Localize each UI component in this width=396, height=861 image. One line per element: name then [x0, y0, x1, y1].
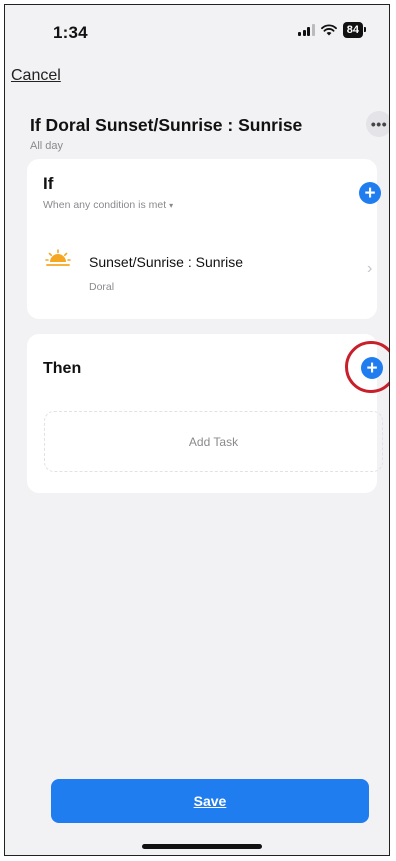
then-section-title: Then — [43, 360, 82, 377]
scene-schedule: All day — [30, 140, 64, 152]
scene-title: If Doral Sunset/Sunrise : Sunrise — [30, 115, 303, 135]
condition-mode-label: When any condition is met — [43, 199, 167, 211]
then-card: Then + Add Task — [27, 334, 383, 493]
if-card: If When any condition is met ▾ + Sunset/… — [27, 159, 381, 319]
add-condition-button[interactable]: + — [359, 182, 381, 204]
add-action-button[interactable]: + — [361, 357, 383, 379]
wifi-icon — [320, 24, 337, 36]
condition-mode-selector[interactable]: When any condition is met ▾ — [43, 199, 173, 211]
cancel-button[interactable]: Cancel — [11, 67, 61, 85]
condition-item[interactable]: Sunset/Sunrise : Sunrise Doral › — [27, 234, 377, 294]
chevron-down-icon: ▾ — [169, 200, 174, 210]
phone-screen: 1:34 84 Cancel If Doral Sunset/Sunrise :… — [4, 4, 390, 856]
chevron-right-icon: › — [367, 260, 373, 277]
more-options-button[interactable]: ••• — [366, 111, 389, 137]
plus-icon: + — [364, 182, 376, 204]
more-horizontal-icon: ••• — [370, 116, 388, 132]
add-task-button[interactable]: Add Task — [44, 411, 383, 472]
condition-title: Sunset/Sunrise : Sunrise — [89, 254, 244, 270]
battery-indicator: 84 — [342, 22, 367, 38]
save-button[interactable]: Save — [51, 779, 369, 823]
cellular-signal-icon — [298, 24, 315, 36]
status-icons: 84 — [298, 22, 367, 38]
condition-location: Doral — [89, 281, 115, 293]
sunrise-icon — [45, 249, 71, 266]
if-section-title: If — [43, 174, 54, 193]
plus-icon: + — [366, 357, 378, 379]
status-time: 1:34 — [53, 23, 88, 42]
home-indicator — [142, 844, 262, 849]
